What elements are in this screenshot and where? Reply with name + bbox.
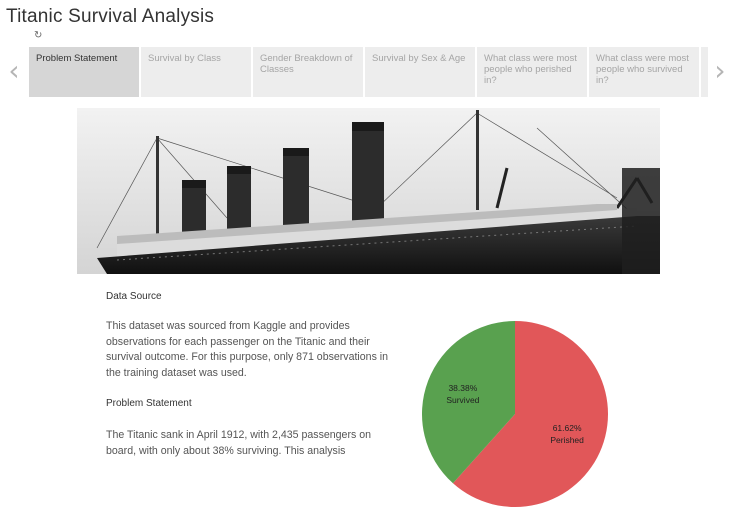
chevron-right-icon[interactable]: ›: [711, 56, 729, 86]
story-point-survival-by-sex-age[interactable]: Survival by Sex & Age: [365, 47, 475, 97]
story-point-problem-statement[interactable]: Problem Statement: [29, 47, 139, 97]
pie-label-perished-name: Perished: [550, 435, 584, 445]
problem-statement-text: The Titanic sank in April 1912, with 2,4…: [106, 429, 372, 457]
pie-label-perished-value: 61.62%: [553, 423, 582, 433]
story-point-overflow[interactable]: [701, 47, 708, 97]
data-source-heading: Data Source: [106, 291, 162, 302]
data-source-text: This dataset was sourced from Kaggle and…: [106, 320, 389, 379]
problem-statement-heading: Problem Statement: [106, 398, 192, 409]
story-point-class-perished[interactable]: What class were most people who perished…: [477, 47, 587, 97]
titanic-photo: [77, 108, 660, 274]
pie-label-survived-value: 38.38%: [448, 383, 477, 393]
survival-pie-chart[interactable]: 61.62% Perished 38.38% Survived: [422, 321, 608, 507]
chevron-left-icon[interactable]: ‹: [5, 56, 23, 86]
reset-icon[interactable]: ↻: [34, 30, 42, 41]
story-point-gender-breakdown[interactable]: Gender Breakdown of Classes: [253, 47, 363, 97]
story-navigator: Problem Statement Survival by Class Gend…: [29, 47, 708, 97]
story-point-survival-by-class[interactable]: Survival by Class: [141, 47, 251, 97]
pie-label-survived-name: Survived: [446, 395, 479, 405]
story-point-class-survived[interactable]: What class were most people who survived…: [589, 47, 699, 97]
page-title: Titanic Survival Analysis: [6, 6, 215, 27]
